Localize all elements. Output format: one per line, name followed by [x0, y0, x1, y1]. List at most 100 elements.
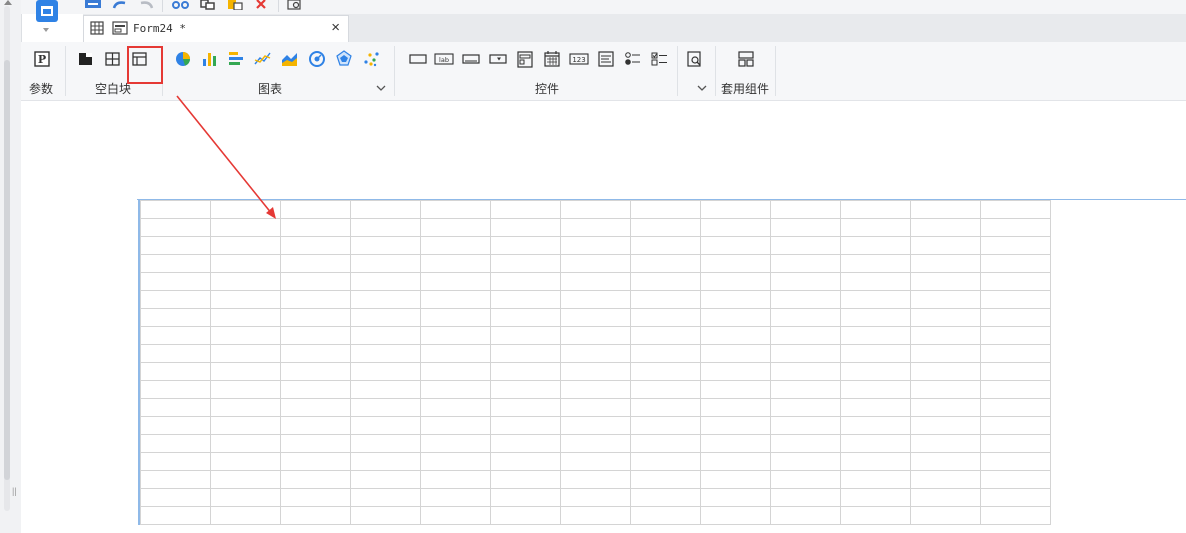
grid-cell[interactable]: [420, 452, 491, 471]
line-chart-icon[interactable]: [254, 50, 274, 70]
grid-cell[interactable]: [630, 416, 701, 435]
grid-cell[interactable]: [280, 308, 351, 327]
grid-cell[interactable]: [980, 362, 1051, 381]
grid-cell[interactable]: [350, 236, 421, 255]
grid-cell[interactable]: [490, 254, 561, 273]
grid-cell[interactable]: [210, 380, 281, 399]
report-grid[interactable]: [138, 200, 1051, 525]
grid-cell[interactable]: [840, 362, 911, 381]
grid-cell[interactable]: [560, 272, 631, 291]
grid-cell[interactable]: [420, 380, 491, 399]
grid-cell[interactable]: [350, 272, 421, 291]
grid-cell[interactable]: [280, 272, 351, 291]
grid-cell[interactable]: [840, 308, 911, 327]
text-field-control-icon[interactable]: [461, 50, 481, 70]
grid-cell[interactable]: [770, 344, 841, 363]
report-grid-table[interactable]: [140, 200, 1051, 525]
grid-cell[interactable]: [420, 200, 491, 219]
grid-cell[interactable]: [210, 452, 281, 471]
grid-cell[interactable]: [560, 344, 631, 363]
grid-cell[interactable]: [840, 452, 911, 471]
grid-cell[interactable]: [350, 218, 421, 237]
grid-cell[interactable]: [420, 434, 491, 453]
parameter-button[interactable]: P: [33, 50, 53, 70]
paste-icon[interactable]: [225, 0, 245, 10]
grid-cell[interactable]: [770, 452, 841, 471]
grid-cell[interactable]: [210, 416, 281, 435]
grid-cell[interactable]: [140, 506, 211, 525]
grid-cell[interactable]: [210, 236, 281, 255]
label-control-icon[interactable]: lab: [434, 50, 454, 70]
grid-cell[interactable]: [490, 272, 561, 291]
grid-cell[interactable]: [700, 488, 771, 507]
text-area-control-icon[interactable]: [596, 50, 616, 70]
grid-cell[interactable]: [350, 362, 421, 381]
search-query-control-icon[interactable]: [685, 50, 705, 70]
grid-cell[interactable]: [560, 488, 631, 507]
grid-cell[interactable]: [490, 344, 561, 363]
undo-icon[interactable]: [110, 0, 130, 10]
grid-cell[interactable]: [140, 416, 211, 435]
grid-cell[interactable]: [980, 308, 1051, 327]
grid-cell[interactable]: [350, 344, 421, 363]
grid-cell[interactable]: [350, 380, 421, 399]
grid-cell[interactable]: [140, 398, 211, 417]
grid-cell[interactable]: [630, 344, 701, 363]
grid-cell[interactable]: [280, 254, 351, 273]
grid-cell[interactable]: [350, 254, 421, 273]
grid-cell[interactable]: [910, 290, 981, 309]
grid-cell[interactable]: [140, 272, 211, 291]
grid-cell[interactable]: [840, 254, 911, 273]
absolute-layout-block-button[interactable]: [77, 50, 97, 70]
grid-cell[interactable]: [910, 326, 981, 345]
dropdown-control-icon[interactable]: [488, 50, 508, 70]
tab-close-icon[interactable]: ×: [331, 19, 340, 36]
grid-cell[interactable]: [490, 398, 561, 417]
grid-cell[interactable]: [560, 380, 631, 399]
grid-cell[interactable]: [140, 362, 211, 381]
grid-cell[interactable]: [980, 344, 1051, 363]
grid-cell[interactable]: [140, 200, 211, 219]
grid-cell[interactable]: [700, 416, 771, 435]
grid-cell[interactable]: [350, 488, 421, 507]
grid-cell[interactable]: [630, 452, 701, 471]
grid-cell[interactable]: [420, 506, 491, 525]
grid-cell[interactable]: [630, 326, 701, 345]
component-template-button[interactable]: [736, 50, 756, 70]
grid-cell[interactable]: [700, 452, 771, 471]
grid-cell[interactable]: [770, 326, 841, 345]
grid-cell[interactable]: [140, 344, 211, 363]
grid-cell[interactable]: [700, 200, 771, 219]
grid-cell[interactable]: [280, 326, 351, 345]
grid-cell[interactable]: [770, 398, 841, 417]
area-chart-icon[interactable]: [281, 50, 301, 70]
grid-cell[interactable]: [350, 470, 421, 489]
grid-cell[interactable]: [980, 200, 1051, 219]
grid-cell[interactable]: [910, 308, 981, 327]
grid-cell[interactable]: [630, 200, 701, 219]
grid-cell[interactable]: [140, 218, 211, 237]
grid-cell[interactable]: [490, 488, 561, 507]
logo-menu-chevron-down-icon[interactable]: [43, 28, 49, 32]
grid-cell[interactable]: [490, 506, 561, 525]
grid-cell[interactable]: [630, 308, 701, 327]
grid-cell[interactable]: [630, 236, 701, 255]
grid-cell[interactable]: [350, 434, 421, 453]
grid-cell[interactable]: [210, 308, 281, 327]
grid-cell[interactable]: [840, 488, 911, 507]
grid-cell[interactable]: [910, 398, 981, 417]
grid-cell[interactable]: [910, 218, 981, 237]
grid-cell[interactable]: [280, 452, 351, 471]
grid-cell[interactable]: [700, 506, 771, 525]
grid-cell[interactable]: [210, 254, 281, 273]
grid-cell[interactable]: [490, 326, 561, 345]
grid-cell[interactable]: [700, 398, 771, 417]
grid-cell[interactable]: [490, 434, 561, 453]
grid-cell[interactable]: [910, 380, 981, 399]
grid-cell[interactable]: [490, 470, 561, 489]
scatter-chart-icon[interactable]: [362, 50, 382, 70]
pie-chart-icon[interactable]: [174, 50, 194, 70]
grid-cell[interactable]: [560, 236, 631, 255]
grid-cell[interactable]: [560, 254, 631, 273]
grid-cell[interactable]: [350, 308, 421, 327]
